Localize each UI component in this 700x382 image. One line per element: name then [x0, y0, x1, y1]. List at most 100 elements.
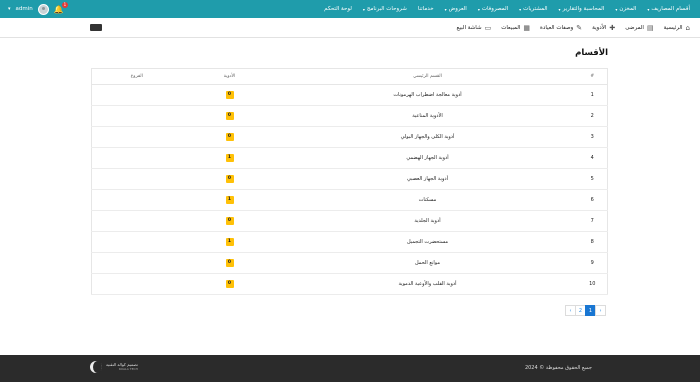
- topnav-item-label: المحاسبة والتقارير: [562, 6, 605, 12]
- section-name: موانع الحمل: [277, 252, 578, 274]
- chevron-down-icon: ▾: [362, 6, 365, 12]
- pos-icon: ▭: [484, 24, 492, 32]
- page-title: الأقسام: [575, 48, 608, 58]
- user-area: ▾ admin 🔔 1: [8, 0, 68, 18]
- drug-count-badge: 1: [225, 238, 234, 246]
- table-row[interactable]: 5 أدوية الجهاز العصبي 0: [91, 168, 608, 190]
- row-number: 1: [577, 84, 608, 106]
- topnav-item-label: المصروفات: [481, 6, 509, 12]
- branches-cell: [91, 84, 182, 106]
- topnav-item-2[interactable]: المحاسبة والتقارير ▾: [559, 6, 605, 12]
- footer: جميع الحقوق محفوظة © 2024 تصميم كوالة ال…: [0, 355, 700, 382]
- topnav-item-label: المخزن: [619, 6, 637, 12]
- topnav-item-6[interactable]: خدماتنا: [418, 6, 434, 12]
- subnav-item-label: المرضى: [625, 25, 644, 31]
- table-row[interactable]: 7 أدوية الجلدية 0: [91, 210, 608, 232]
- branches-cell: [91, 210, 182, 232]
- table-row[interactable]: 6 مسكنات 1: [91, 189, 608, 211]
- notification-badge: 1: [62, 1, 68, 8]
- branches-cell: [91, 147, 182, 169]
- subnav-item-4[interactable]: ▦ المبيعات: [501, 24, 530, 32]
- brand-logo[interactable]: تصميم كوالة التقنية KOALA TECH: [90, 361, 138, 373]
- col-number: #: [577, 68, 608, 85]
- drug-count-badge: 0: [225, 133, 234, 141]
- pagination-next[interactable]: ›: [595, 305, 606, 316]
- row-number: 3: [577, 126, 608, 148]
- section-name: الأدوية المناعية: [277, 105, 578, 127]
- table-row[interactable]: 4 أدوية الجهاز الهضمي 1: [91, 147, 608, 169]
- row-number: 2: [577, 105, 608, 127]
- chevron-down-icon[interactable]: ▾: [8, 6, 11, 12]
- topnav-item-label: شروحات البرنامج: [366, 6, 407, 12]
- subnav-item-1[interactable]: ▤ المرضى: [625, 24, 653, 32]
- table-row[interactable]: 10 أدوية القلب والأوعية الدموية 0: [91, 273, 608, 295]
- chevron-down-icon: ▾: [519, 6, 522, 12]
- col-main-section: القسم الرئيسي: [277, 68, 578, 85]
- row-number: 7: [577, 210, 608, 232]
- drug-count-badge: 0: [225, 175, 234, 183]
- section-name: مستحضرت التجميل: [277, 231, 578, 253]
- row-number: 8: [577, 231, 608, 253]
- subnav-item-2[interactable]: ✚ الأدوية: [592, 24, 615, 32]
- topnav-item-3[interactable]: المشتريات ▾: [519, 6, 547, 12]
- table-row[interactable]: 2 الأدوية المناعية 0: [91, 105, 608, 127]
- section-name: أدوية القلب والأوعية الدموية: [277, 273, 578, 295]
- avatar[interactable]: [37, 3, 49, 15]
- chevron-down-icon: ▾: [558, 6, 561, 12]
- section-name: مسكنات: [277, 189, 578, 211]
- col-drugs: الأدوية: [181, 68, 278, 85]
- chevron-down-icon: ▾: [444, 6, 447, 12]
- pagination: ‹ 2 1 ›: [565, 305, 606, 316]
- username[interactable]: admin: [16, 6, 33, 12]
- topnav-item-7[interactable]: شروحات البرنامج ▾: [363, 6, 407, 12]
- topnav-item-5[interactable]: العروض ▾: [445, 6, 467, 12]
- topnav-item-label: العروض: [448, 6, 467, 12]
- section-name: أدوية الكلى والجهاز البولي: [277, 126, 578, 148]
- brand-subtitle: KOALA TECH: [118, 367, 138, 371]
- sections-table: # القسم الرئيسي الأدوية الفروع 1 أدوية مع…: [91, 68, 608, 295]
- section-name: أدوية معالجة اضطراب الهرمونات: [277, 84, 578, 106]
- subnav-item-label: وصفات العيادة: [540, 25, 574, 31]
- drug-count-badge: 1: [225, 196, 234, 204]
- chevron-down-icon: ▾: [477, 6, 480, 12]
- drug-count-badge: 0: [225, 259, 234, 267]
- theme-toggle[interactable]: [90, 24, 102, 31]
- drug-count-badge: 0: [225, 91, 234, 99]
- table-row[interactable]: 1 أدوية معالجة اضطراب الهرمونات 0: [91, 84, 608, 106]
- table-row[interactable]: 9 موانع الحمل 0: [91, 252, 608, 274]
- table-body: 1 أدوية معالجة اضطراب الهرمونات 0 2 الأدوية …: [91, 84, 608, 295]
- section-name: أدوية الجلدية: [277, 210, 578, 232]
- subnav-item-label: الأدوية: [592, 25, 607, 31]
- topnav-item-label: خدماتنا: [417, 6, 434, 12]
- branches-cell: [91, 168, 182, 190]
- sub-menu: ⌂ الرئيسية ▤ المرضى ✚ الأدوية ✎ وصفات العيادة ▦ ا…: [457, 18, 690, 38]
- table-row[interactable]: 3 أدوية الكلى والجهاز البولي 0: [91, 126, 608, 148]
- home-icon: ⌂: [685, 24, 690, 32]
- subnav-item-0[interactable]: ⌂ الرئيسية: [664, 24, 690, 32]
- branches-cell: [91, 252, 182, 274]
- topnav-item-0[interactable]: أقسام المصاريف ▾: [647, 6, 690, 12]
- top-menu: أقسام المصاريف ▾ المخزن ▾ المحاسبة والتقارير…: [324, 0, 690, 18]
- topnav-item-8[interactable]: لوحة التحكم: [324, 6, 352, 12]
- row-number: 9: [577, 252, 608, 274]
- sub-navbar: ⌂ الرئيسية ▤ المرضى ✚ الأدوية ✎ وصفات العيادة ▦ ا…: [0, 18, 700, 38]
- drug-count-badge: 0: [225, 112, 234, 120]
- branches-cell: [91, 126, 182, 148]
- drug-count-badge: 0: [225, 217, 234, 225]
- row-number: 6: [577, 189, 608, 211]
- section-name: أدوية الجهاز العصبي: [277, 168, 578, 190]
- sales-icon: ▦: [523, 24, 531, 32]
- section-name: أدوية الجهاز الهضمي: [277, 147, 578, 169]
- table-header-row: # القسم الرئيسي الأدوية الفروع: [91, 68, 608, 85]
- subnav-item-5[interactable]: ▭ شاشة البيع: [457, 24, 492, 32]
- table-row[interactable]: 8 مستحضرت التجميل 1: [91, 231, 608, 253]
- subnav-item-3[interactable]: ✎ وصفات العيادة: [540, 24, 582, 32]
- drug-count-badge: 0: [225, 280, 234, 288]
- row-number: 4: [577, 147, 608, 169]
- topnav-item-1[interactable]: المخزن ▾: [615, 6, 636, 12]
- branches-cell: [91, 231, 182, 253]
- top-navbar: أقسام المصاريف ▾ المخزن ▾ المحاسبة والتقارير…: [0, 0, 700, 18]
- topnav-item-4[interactable]: المصروفات ▾: [478, 6, 508, 12]
- chevron-down-icon: ▾: [615, 6, 618, 12]
- bell-icon[interactable]: 🔔 1: [54, 1, 68, 14]
